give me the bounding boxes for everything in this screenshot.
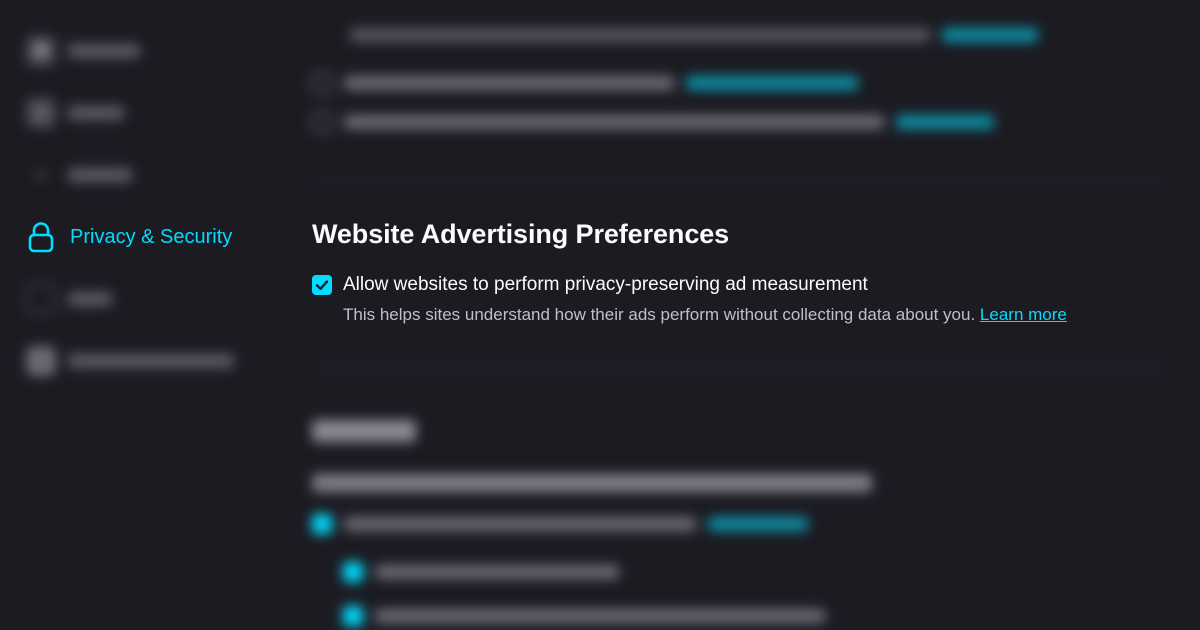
sidebar: ⚙ ⌂ ⌕ Privacy & Security <box>0 0 290 630</box>
sidebar-item-label <box>68 168 132 182</box>
ad-measurement-checkbox[interactable] <box>312 275 332 295</box>
sidebar-item-label <box>68 354 234 368</box>
lock-icon <box>26 221 56 253</box>
section-title: Website Advertising Preferences <box>312 219 730 249</box>
blurred-checkbox-row[interactable] <box>343 562 619 582</box>
ad-measurement-option: Allow websites to perform privacy-preser… <box>312 274 868 296</box>
blurred-checkbox-row[interactable] <box>312 73 858 93</box>
sidebar-item-sync[interactable] <box>26 284 112 314</box>
sidebar-item-label <box>68 292 112 306</box>
mozilla-icon <box>26 346 56 376</box>
sidebar-item-search[interactable]: ⌕ <box>26 160 132 190</box>
sidebar-item-label <box>68 106 124 120</box>
blurred-checkbox-row[interactable] <box>312 112 994 132</box>
ad-measurement-label[interactable]: Allow websites to perform privacy-preser… <box>343 274 868 296</box>
sidebar-item-home[interactable]: ⌂ <box>26 98 124 128</box>
ad-measurement-description: This helps sites understand how their ad… <box>343 305 1067 325</box>
home-icon: ⌂ <box>26 98 56 128</box>
sidebar-item-privacy-security[interactable]: Privacy & Security <box>26 220 232 254</box>
sidebar-item-general[interactable]: ⚙ <box>26 36 140 66</box>
sidebar-item-more-from-mozilla[interactable] <box>26 346 234 376</box>
gear-icon: ⚙ <box>26 36 56 66</box>
learn-more-link[interactable]: Learn more <box>980 305 1067 324</box>
blurred-checkbox-row[interactable] <box>343 606 825 626</box>
blurred-checkbox-row[interactable] <box>312 514 808 534</box>
sidebar-item-label: Privacy & Security <box>70 225 233 248</box>
checkmark-icon <box>315 280 329 290</box>
helper-text: This helps sites understand how their ad… <box>343 305 976 324</box>
search-icon: ⌕ <box>36 166 46 183</box>
sidebar-item-label <box>68 44 140 58</box>
sync-icon <box>26 284 56 314</box>
settings-page: ⚙ ⌂ ⌕ Privacy & Security Website Adverti… <box>0 0 1200 630</box>
